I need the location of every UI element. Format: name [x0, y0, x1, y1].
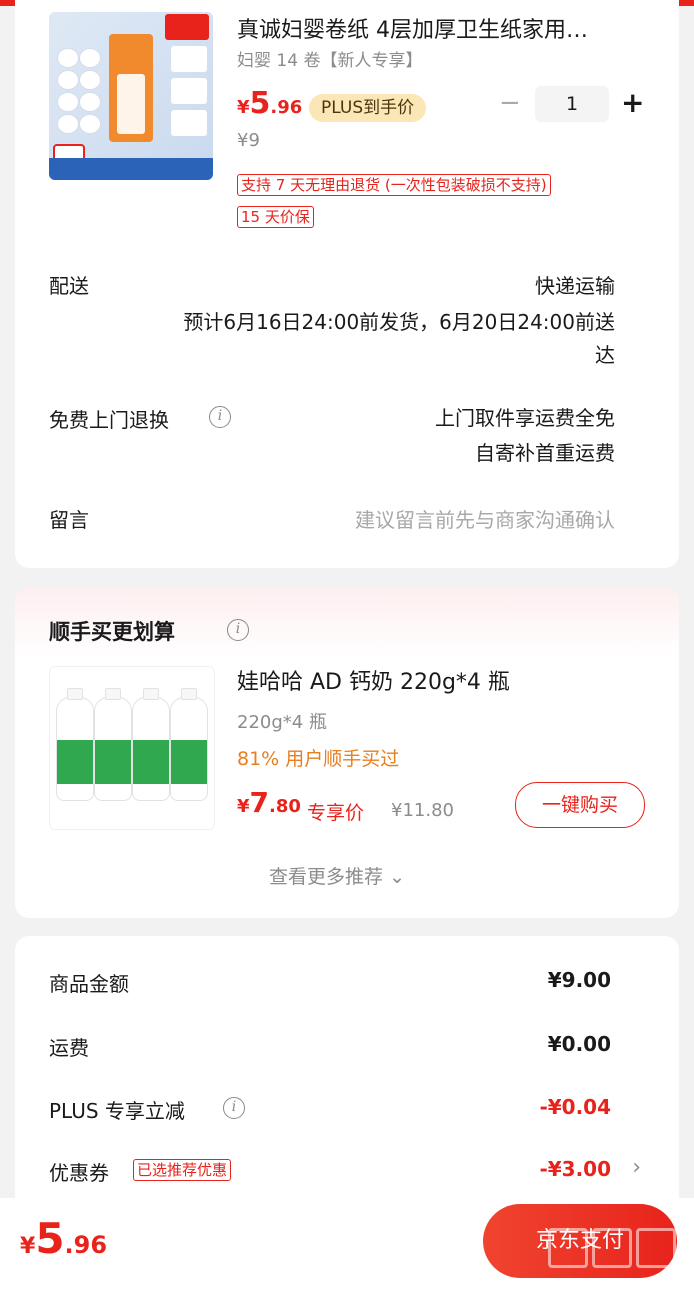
info-icon[interactable]: i [209, 406, 231, 428]
info-icon[interactable]: i [223, 1097, 245, 1119]
recommend-card: 顺手买更划算 i 娃哈哈 AD 钙奶 220g*4 瓶 220g*4 瓶 81%… [15, 588, 679, 918]
product-price: ¥5.96 [237, 86, 303, 121]
more-recommend-link[interactable]: 查看更多推荐 ⌄ [269, 862, 405, 889]
message-input[interactable]: 建议留言前先与商家沟通确认 [355, 504, 615, 533]
plus-price-badge: PLUS到手价 [309, 94, 427, 122]
price-protect-tag: 15 天价保 [237, 206, 314, 228]
recommend-title: 顺手买更划算 [49, 620, 175, 644]
delivery-method[interactable]: 快递运输 [535, 270, 615, 299]
coupon-tag: 已选推荐优惠 [133, 1159, 232, 1181]
recommend-item-spec: 220g*4 瓶 [237, 712, 327, 733]
product-image[interactable] [49, 12, 213, 180]
product-title[interactable]: 真诚妇婴卷纸 4层加厚卫生纸家用… [237, 12, 588, 44]
quantity-input[interactable]: 1 [535, 86, 609, 122]
shipping-fee-label: 运费 [49, 1036, 89, 1060]
chevron-down-icon: ⌄ [389, 866, 405, 888]
recommend-item-stat: 81% 用户顺手买过 [237, 748, 400, 770]
info-icon[interactable]: i [227, 619, 249, 641]
coupon-label: 优惠券 [49, 1161, 109, 1185]
recommend-item-title[interactable]: 娃哈哈 AD 钙奶 220g*4 瓶 [237, 664, 510, 696]
plus-discount-value: -¥0.04 [539, 1095, 611, 1119]
return-policy-tag: 支持 7 天无理由退货 (一次性包装破损不支持) [237, 174, 551, 196]
goods-amount-label: 商品金额 [49, 972, 129, 996]
product-spec[interactable]: 妇婴 14 卷【新人专享】 [237, 46, 422, 71]
plus-discount-label: PLUS 专享立减 [49, 1099, 185, 1123]
delivery-label: 配送 [49, 274, 89, 298]
milk-product-image[interactable] [49, 666, 215, 830]
recommend-original-price: ¥11.80 [391, 800, 454, 821]
free-return-label: 免费上门退换 [49, 408, 169, 432]
order-item-card: 真诚妇婴卷纸 4层加厚卫生纸家用… 妇婴 14 卷【新人专享】 ¥5.96 PL… [15, 0, 679, 568]
one-click-buy-button[interactable]: 一键购买 [515, 782, 645, 828]
recommend-price-label: 专享价 [307, 802, 365, 824]
return-pickup-text: 上门取件享运费全免 [435, 406, 615, 430]
message-label: 留言 [49, 508, 89, 532]
delivery-estimate-cont: 达 [595, 343, 615, 367]
recommend-price: ¥7.80 [237, 786, 301, 819]
watermark-logo [548, 1228, 684, 1274]
goods-amount-value: ¥9.00 [547, 968, 611, 992]
coupon-value[interactable]: -¥3.00 [539, 1157, 611, 1181]
total-price: ¥5.96 [20, 1214, 108, 1263]
return-self-ship-text: 自寄补首重运费 [475, 441, 615, 465]
delivery-estimate: 预计6月16日24:00前发货，6月20日24:00前送 [183, 310, 615, 334]
quantity-minus-button[interactable]: − [499, 88, 521, 118]
quantity-plus-button[interactable]: + [621, 86, 644, 119]
chevron-right-icon[interactable]: › [632, 1155, 641, 1180]
original-price: ¥9 [237, 130, 260, 151]
shipping-fee-value: ¥0.00 [547, 1032, 611, 1056]
price-summary-card: 商品金额 ¥9.00 运费 ¥0.00 PLUS 专享立减 i -¥0.04 优… [15, 936, 679, 1198]
